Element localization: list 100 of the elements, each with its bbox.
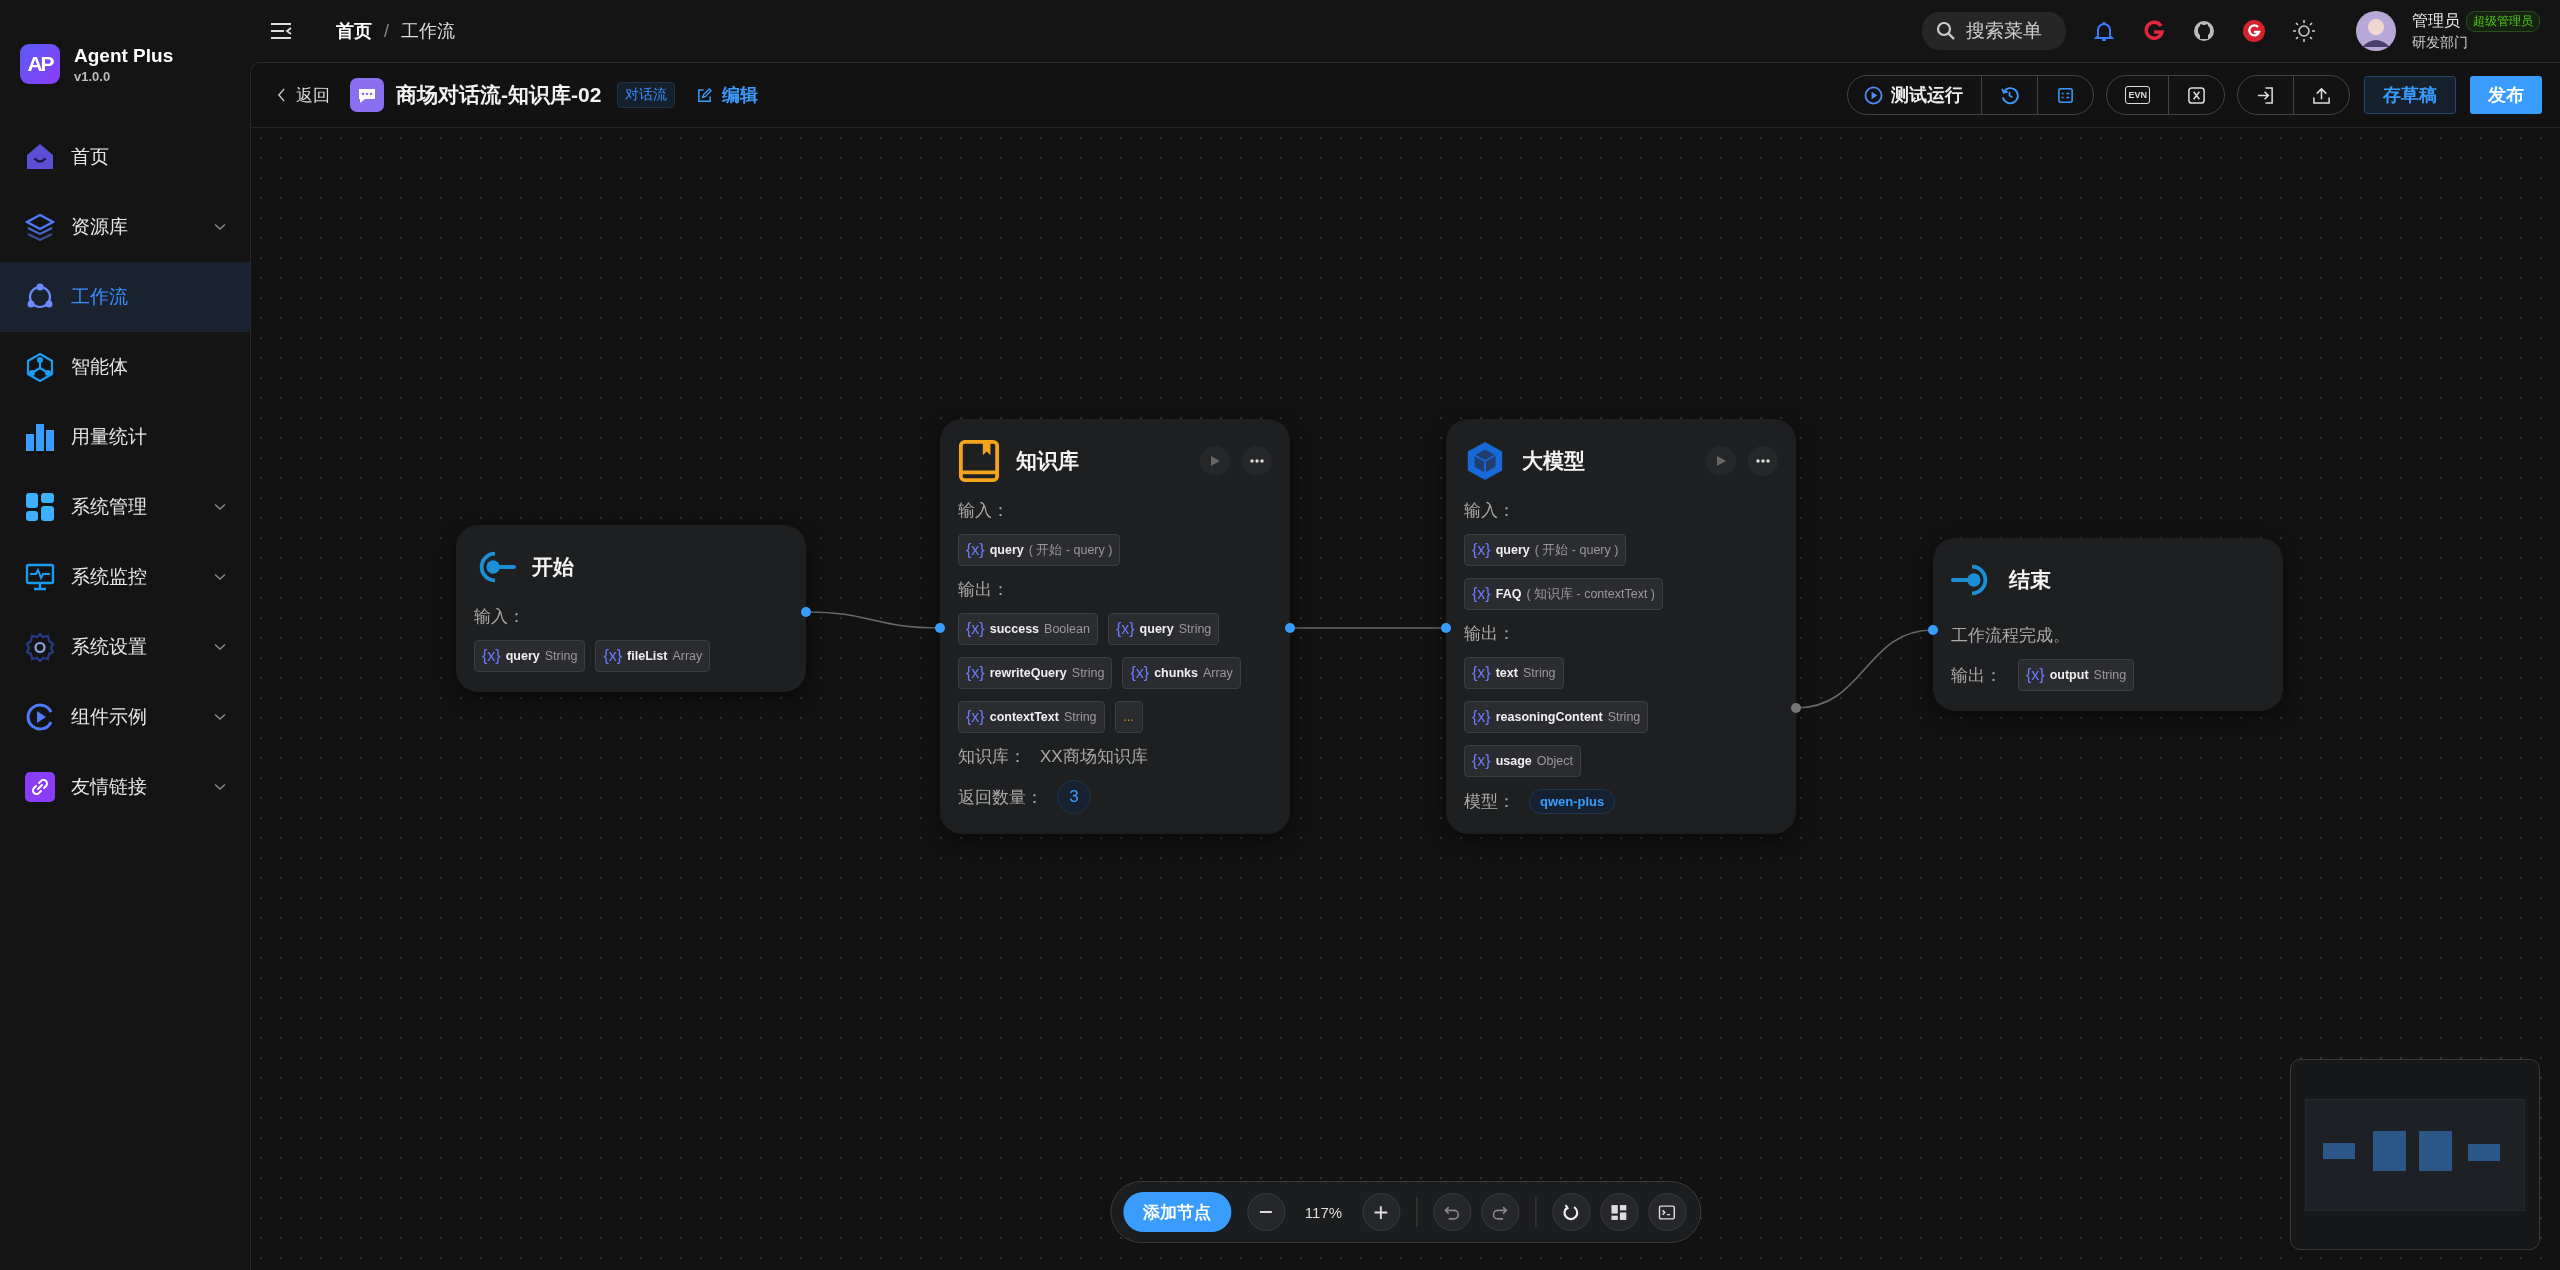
variable-name: FAQ [1495,587,1522,601]
node-handle[interactable] [1285,623,1295,633]
variable-icon: {x} [966,708,985,726]
count-badge: 3 [1057,780,1091,814]
minimap[interactable] [2290,1059,2540,1250]
layout-button[interactable] [1600,1193,1639,1231]
app-logo: AP [20,44,60,84]
g-circle-icon[interactable] [2242,19,2266,43]
more-chip[interactable]: ... [1114,701,1143,733]
variable-source: ( 开始 - query ) [1534,541,1619,559]
sun-icon[interactable] [2292,19,2316,43]
node-title: 结束 [2009,567,2051,593]
variable-icon: {x} [1472,752,1491,770]
variable-name: rewriteQuery [989,666,1067,680]
node-handle[interactable] [935,623,945,633]
save-draft-button[interactable]: 存草稿 [2364,76,2456,114]
node-title: 知识库 [1016,448,1079,474]
workflow-node[interactable]: 知识库 输入： {x} query ( 开始 - query ) 输出： {x} success Boolean {x} query String {x} rewriteQuery String {x} chunks Array {x} contextText String ... 知识库： XX商场知识库 返回数量： 3 [940,419,1290,834]
variable-name: fileList [627,649,668,663]
node-handle[interactable] [1928,625,1938,635]
minus-icon [1259,1211,1273,1213]
more-icon [1250,459,1264,463]
menu-icon[interactable] [270,22,292,40]
variable-icon: {x} [1472,541,1491,559]
run-node-button[interactable] [1200,446,1230,476]
home-icon [25,142,55,172]
terminal-button[interactable] [1648,1193,1687,1231]
login-icon [2256,85,2275,105]
variable-icon: {x} [482,647,501,665]
sidebar-item[interactable]: 首页 [0,122,250,192]
undo-button[interactable] [1433,1193,1472,1231]
variable-icon: {x} [966,620,985,638]
edit-button[interactable]: 编辑 [691,82,765,108]
refresh-button[interactable] [1552,1193,1591,1231]
variable-icon: {x} [966,541,985,559]
variable-icon: {x} [1472,585,1491,603]
hexagon-network-icon [25,352,55,382]
variable-icon: {x} [603,647,623,665]
more-button[interactable] [1242,446,1272,476]
chevron-left-icon [277,88,286,102]
workflow-node[interactable]: 开始 输入： {x} query String {x} fileList Array [456,525,806,692]
terminal-icon [1658,1203,1676,1221]
variable-name: query [505,649,540,663]
variable-icon: {x} [1115,620,1135,638]
run-node-button[interactable] [1706,446,1736,476]
sidebar-item[interactable]: 智能体 [0,332,250,402]
field-label: 知识库： [958,746,1026,768]
app-version: v1.0.0 [74,68,112,84]
avatar[interactable] [2356,11,2396,51]
search-icon [1936,21,1956,41]
variable-type: Array [1202,666,1233,680]
breadcrumb-item[interactable]: 首页 [336,19,372,43]
node-title: 开始 [532,554,574,580]
zoom-level: 117% [1303,1203,1344,1221]
breadcrumb-item: 工作流 [401,20,455,43]
role-badge: 超级管理员 [2466,10,2540,32]
sidebar-item[interactable]: 系统管理 [0,472,250,542]
sidebar-item[interactable]: 友情链接 [0,752,250,822]
variable-name: text [1495,666,1518,680]
bell-icon[interactable] [2092,19,2116,43]
variable-icon: {x} [2026,666,2045,684]
g-logo-icon[interactable] [2142,19,2166,43]
search-field[interactable]: 搜索菜单 [1922,12,2066,50]
workflow-node[interactable]: 大模型 输入： {x} query ( 开始 - query ) {x} FAQ ( 知识库 - contextText ) 输出： {x} text String {x} reasoningContent String {x} usage Object 模型： qwen-plus [1446,419,1796,834]
section-label: 输入： [474,606,525,628]
more-icon [1756,459,1770,463]
section-label: 输出： [1464,623,1515,645]
sidebar-item[interactable]: 资源库 [0,192,250,262]
more-button[interactable] [1748,446,1778,476]
settings-icon [25,632,55,662]
node-description: 工作流程完成。 [1951,625,2070,647]
sidebar-item[interactable]: 组件示例 [0,682,250,752]
play-circle-icon [1864,85,1884,105]
edit-icon [697,87,713,103]
node-handle[interactable] [1791,703,1801,713]
play-circle-icon [25,702,55,732]
checklist-icon [2056,85,2076,105]
variable-box-icon [2187,85,2206,105]
play-icon [1209,455,1221,467]
variable-type: Object [1536,754,1573,768]
dashboard-icon [1610,1203,1628,1221]
variable-name: query [1495,543,1530,557]
variable-name: query [1139,622,1174,636]
back-button[interactable]: 返回 [277,83,330,107]
sidebar-item[interactable]: 用量统计 [0,402,250,472]
node-handle[interactable] [1441,623,1451,633]
variable-name: chunks [1154,666,1198,680]
zoom-in-button[interactable] [1362,1193,1401,1231]
sidebar-item[interactable]: 工作流 [0,262,250,332]
variable-name: contextText [989,710,1059,724]
section-label: 输出： [1951,664,2002,687]
model-tag: qwen-plus [1529,789,1616,814]
sidebar-item[interactable]: 系统设置 [0,612,250,682]
sidebar-item[interactable]: 系统监控 [0,542,250,612]
section-label: 输出： [958,579,1009,601]
variable-name: success [989,622,1040,636]
redo-button[interactable] [1481,1193,1520,1231]
play-icon [1715,455,1727,467]
workflow-node[interactable]: 结束 工作流程完成。 输出： {x} output String [1933,538,2283,711]
node-handle[interactable] [801,607,811,617]
